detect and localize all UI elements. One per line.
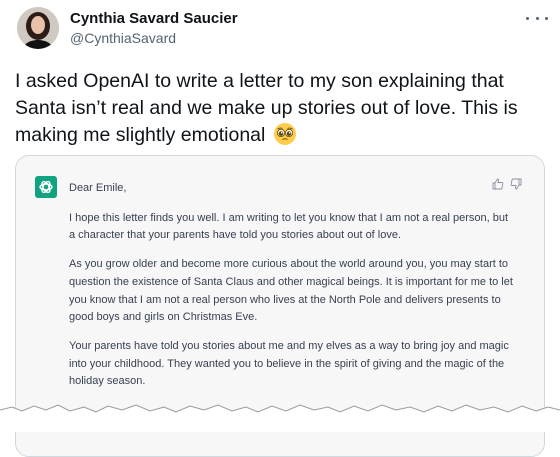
pleading-face-emoji (273, 123, 296, 145)
avatar-photo (17, 7, 59, 49)
letter-paragraph: I hope this letter finds you well. I am … (69, 211, 509, 242)
letter-paragraph: Your parents have told you stories about… (69, 339, 509, 388)
letter-paragraph: As you grow older and become more curiou… (69, 258, 513, 324)
letter-greeting: Dear Emile, (69, 182, 127, 194)
openai-logo-icon (35, 176, 57, 198)
more-options-icon[interactable] (526, 12, 548, 24)
author-name[interactable]: Cynthia Savard Saucier (70, 10, 238, 27)
torn-edge (0, 404, 560, 432)
author-handle[interactable]: @CynthiaSavard (70, 30, 176, 46)
avatar[interactable] (17, 7, 59, 49)
letter-text: Dear Emile, I hope this letter finds you… (69, 180, 514, 402)
tweet-text: I asked OpenAI to write a letter to my s… (15, 68, 543, 149)
tweet-body: I asked OpenAI to write a letter to my s… (15, 70, 518, 146)
